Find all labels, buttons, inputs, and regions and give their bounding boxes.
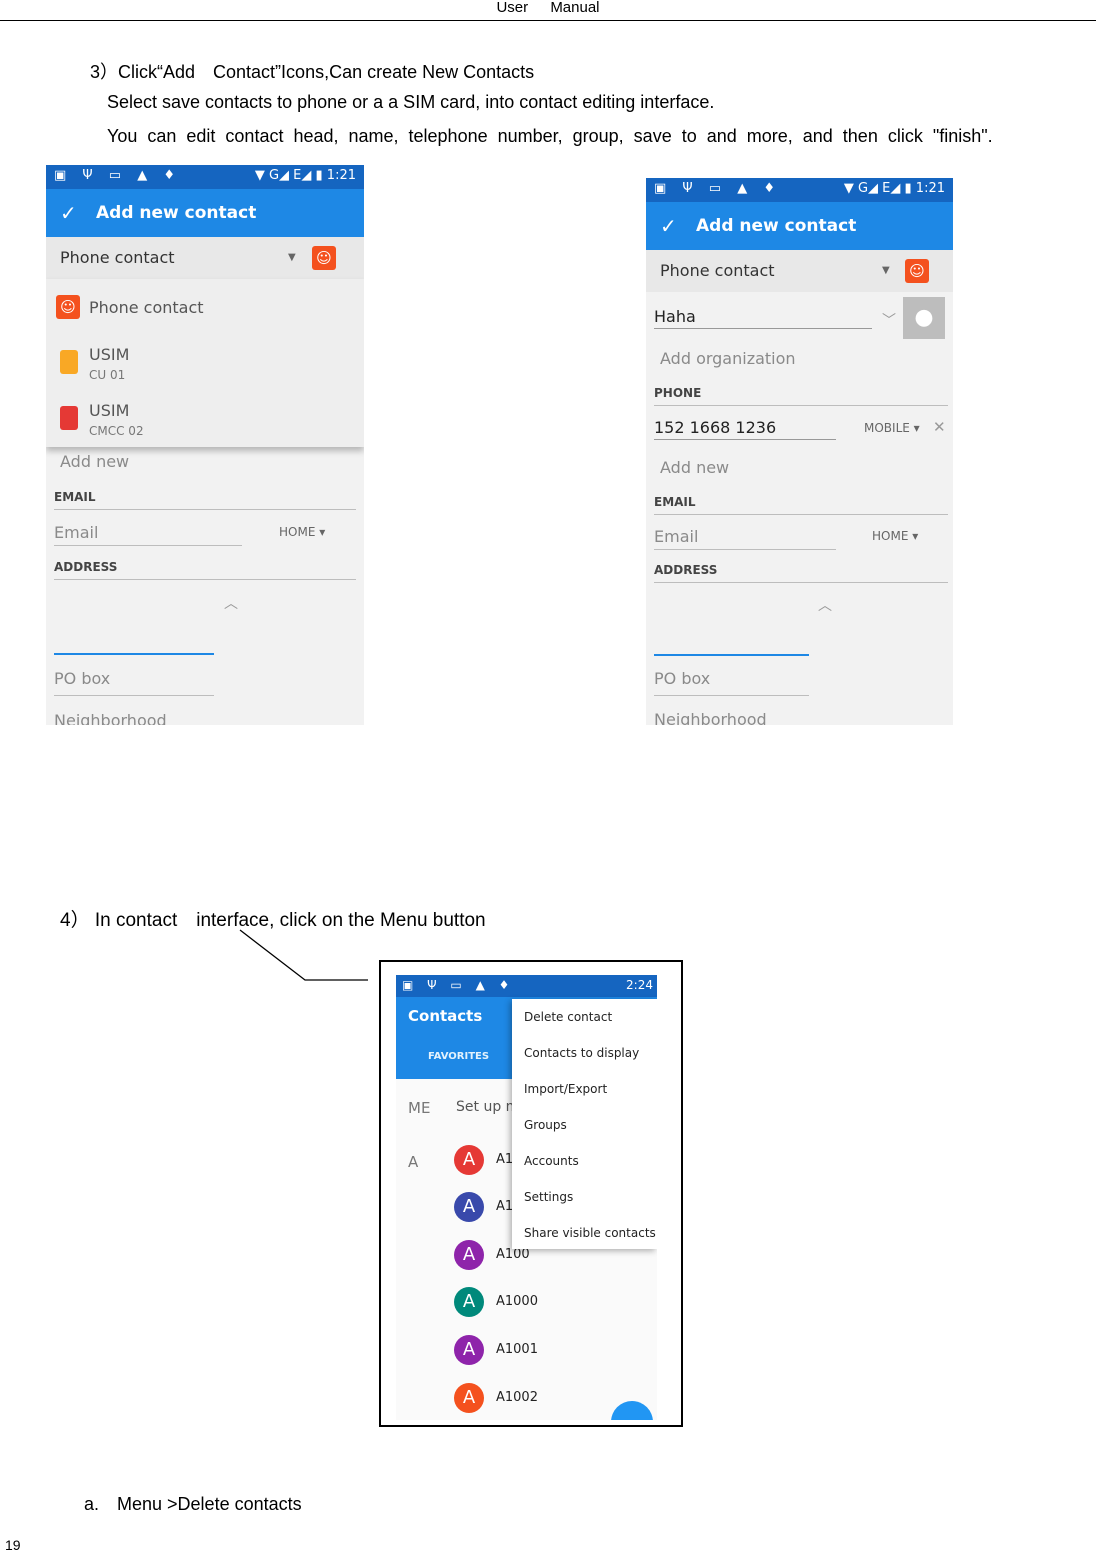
email-type-select[interactable]: HOME ▾	[279, 525, 325, 539]
phone-number-field[interactable]: 152 1668 1236	[654, 418, 776, 437]
status-time: 2:24	[626, 978, 653, 992]
caret-down-icon: ▼	[882, 265, 890, 276]
dropdown-item-title[interactable]: Phone contact	[89, 298, 204, 317]
address-section: ADDRESS	[54, 560, 118, 574]
add-new-field[interactable]: Add new	[60, 452, 129, 471]
menu-item-contacts-to-display[interactable]: Contacts to display	[524, 1046, 639, 1060]
add-contact-fab[interactable]	[611, 1401, 653, 1420]
dropdown-item-sub: CMCC 02	[89, 424, 144, 438]
callout-pointer-line	[239, 929, 368, 981]
contact-avatar: A	[454, 1192, 484, 1222]
status-bar: ▣ Ψ ▭ ▲ ♦ ▼ G◢ E◢ ▮ 1:21	[646, 178, 953, 202]
appbar-title: Add new contact	[696, 216, 857, 236]
menu-item-share-visible-contacts[interactable]: Share visible contacts	[524, 1226, 656, 1240]
app-bar: ✓ Add new contact	[46, 189, 364, 237]
neighborhood-field[interactable]: Neighborhood	[54, 711, 167, 725]
dropdown-item-title[interactable]: USIM	[89, 401, 129, 420]
close-icon[interactable]: ✕	[933, 418, 946, 436]
contact-avatar-icon: ☺	[905, 259, 929, 283]
sim-card-icon	[60, 406, 78, 430]
status-time: 1:21	[326, 168, 356, 183]
screenshot-contact-editor: ▣ Ψ ▭ ▲ ♦ ▼ G◢ E◢ ▮ 1:21 ✓ Add new conta…	[646, 178, 953, 725]
account-selector[interactable]: Phone contact ▼ ☺	[46, 237, 364, 279]
status-time: 1:21	[915, 181, 945, 196]
menu-item-delete-contact[interactable]: Delete contact	[524, 1010, 612, 1024]
phone-type-select[interactable]: MOBILE ▾	[864, 421, 920, 435]
menu-item-settings[interactable]: Settings	[524, 1190, 573, 1204]
me-label: ME	[408, 1099, 431, 1117]
contact-avatar: A	[454, 1145, 484, 1175]
email-field[interactable]: Email	[654, 527, 698, 546]
check-icon[interactable]: ✓	[60, 201, 77, 225]
status-icons-left: ▣ Ψ ▭ ▲ ♦	[654, 181, 781, 196]
substep-a: a. Menu >Delete contacts	[84, 1494, 302, 1514]
check-icon[interactable]: ✓	[660, 214, 677, 238]
menu-item-import-export[interactable]: Import/Export	[524, 1082, 607, 1096]
status-icons-left: ▣ Ψ ▭ ▲ ♦	[54, 168, 181, 183]
contact-name: A1001	[496, 1342, 538, 1357]
contact-name: A100	[496, 1247, 530, 1262]
contact-avatar: A	[454, 1287, 484, 1317]
chevron-up-icon[interactable]: ︿	[818, 595, 832, 615]
po-box-field[interactable]: PO box	[654, 669, 710, 688]
account-label: Phone contact	[60, 248, 175, 267]
screenshot-contacts-menu: ▣ Ψ ▭ ▲ ♦ 2:24 Contacts FAVORITES ME Set…	[396, 975, 657, 1420]
address-field-focus[interactable]	[54, 653, 214, 655]
contact-name: A1	[496, 1152, 514, 1167]
contact-photo-placeholder[interactable]: ●	[903, 297, 945, 339]
email-section: EMAIL	[54, 490, 96, 504]
add-new-field[interactable]: Add new	[660, 458, 729, 477]
contact-avatar-icon: ☺	[312, 246, 336, 270]
contact-avatar: A	[454, 1383, 484, 1413]
account-dropdown: ☺ Phone contact USIM CU 01 USIM CMCC 02	[46, 279, 364, 447]
overflow-menu: Delete contact Contacts to display Impor…	[512, 999, 657, 1249]
header-left: User	[496, 0, 529, 16]
chevron-up-icon[interactable]: ︿	[224, 593, 238, 613]
account-label: Phone contact	[660, 261, 775, 280]
chevron-down-icon[interactable]: ﹀	[882, 310, 896, 330]
setup-profile[interactable]: Set up m	[456, 1099, 519, 1115]
contact-name: A1000	[496, 1294, 538, 1309]
contact-avatar: A	[454, 1240, 484, 1270]
page-number: 19	[5, 1537, 21, 1553]
account-selector[interactable]: Phone contact ▼ ☺	[646, 250, 953, 292]
menu-item-groups[interactable]: Groups	[524, 1118, 567, 1132]
screenshot-account-picker: ▣ Ψ ▭ ▲ ♦ ▼ G◢ E◢ ▮ 1:21 ✓ Add new conta…	[46, 165, 364, 725]
neighborhood-field[interactable]: Neighborhood	[654, 710, 767, 725]
document-header: User Manual	[0, 0, 1096, 21]
header-right: Manual	[550, 0, 600, 16]
status-icons-right: ▼ G◢ E◢ ▮ 1:21	[254, 168, 356, 183]
status-bar: ▣ Ψ ▭ ▲ ♦ ▼ G◢ E◢ ▮ 1:21	[46, 165, 364, 189]
caret-down-icon: ▼	[288, 252, 296, 263]
sim-card-icon	[60, 350, 78, 374]
email-section: EMAIL	[654, 495, 696, 509]
status-icons-right: ▼ G◢ E◢ ▮ 1:21	[843, 181, 945, 196]
organization-field[interactable]: Add organization	[660, 349, 796, 368]
address-field-focus[interactable]	[654, 654, 809, 656]
email-type-select[interactable]: HOME ▾	[872, 529, 918, 543]
phone-section: PHONE	[654, 386, 702, 400]
dropdown-item-sub: CU 01	[89, 368, 126, 382]
contact-avatar: A	[454, 1335, 484, 1365]
contact-name: A1002	[496, 1390, 538, 1405]
step3-line1: Select save contacts to phone or a a SIM…	[107, 92, 715, 112]
step3-title: 3）Click“Add Contact”Icons,Can create New…	[90, 62, 535, 82]
appbar-title: Add new contact	[96, 203, 257, 223]
status-bar: ▣ Ψ ▭ ▲ ♦ 2:24	[396, 975, 657, 997]
po-box-field[interactable]: PO box	[54, 669, 110, 688]
section-letter: A	[408, 1153, 419, 1171]
address-section: ADDRESS	[654, 563, 718, 577]
tab-favorites[interactable]: FAVORITES	[428, 1051, 489, 1062]
phone-contact-icon: ☺	[56, 295, 80, 319]
contact-name: A1	[496, 1199, 514, 1214]
dropdown-item-title[interactable]: USIM	[89, 345, 129, 364]
name-field[interactable]: Haha	[654, 307, 696, 326]
email-field[interactable]: Email	[54, 523, 98, 542]
step3-line2: You can edit contact head, name, telepho…	[107, 126, 993, 146]
contacts-title: Contacts	[408, 1007, 483, 1025]
status-icons-left: ▣ Ψ ▭ ▲ ♦	[402, 978, 515, 992]
app-bar: ✓ Add new contact	[646, 202, 953, 250]
menu-item-accounts[interactable]: Accounts	[524, 1154, 579, 1168]
